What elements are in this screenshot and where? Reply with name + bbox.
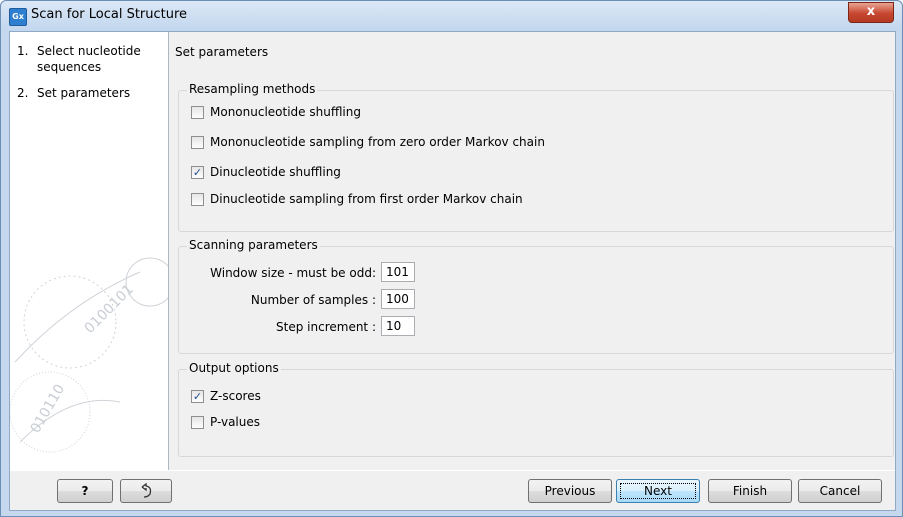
scanning-parameters-title: Scanning parameters xyxy=(187,238,320,252)
step-number: 1. xyxy=(17,44,29,58)
cancel-button[interactable]: Cancel xyxy=(798,479,882,503)
z-scores-checkbox[interactable]: ✓ xyxy=(191,390,204,403)
close-button[interactable]: x xyxy=(848,2,894,23)
checkbox-label: Mononucleotide sampling from zero order … xyxy=(210,135,545,149)
checkbox-label: Dinucleotide shuffling xyxy=(210,165,341,179)
decorative-dna-watermark: 0100101 010110 xyxy=(10,257,168,453)
help-button[interactable]: ? xyxy=(57,479,113,503)
scanning-parameters-group: Scanning parameters Window size - must b… xyxy=(178,238,894,354)
mononucleotide-shuffling-checkbox[interactable] xyxy=(191,106,204,119)
parameters-panel: Set parameters Resampling methods Mononu… xyxy=(169,32,895,470)
title-bar[interactable]: Gx Scan for Local Structure x xyxy=(1,1,902,31)
page-title: Set parameters xyxy=(175,45,269,59)
mononucleotide-markov-checkbox[interactable] xyxy=(191,136,204,149)
step-label: Set parameters xyxy=(37,86,131,100)
output-options-title: Output options xyxy=(187,361,281,375)
reset-button[interactable] xyxy=(120,479,172,503)
step-number: 2. xyxy=(17,86,29,100)
number-of-samples-input[interactable]: 100 xyxy=(381,289,415,309)
window-title: Scan for Local Structure xyxy=(31,7,188,22)
dialog-window: Gx Scan for Local Structure x 1. Select … xyxy=(0,0,903,517)
checkbox-label: Z-scores xyxy=(210,389,261,403)
svg-text:010110: 010110 xyxy=(28,382,69,436)
wizard-steps-panel: 1. Select nucleotide sequences 2. Set pa… xyxy=(10,32,169,470)
p-values-checkbox[interactable] xyxy=(191,416,204,429)
focus-outline xyxy=(620,483,696,499)
checkbox-label: Mononucleotide shuffling xyxy=(210,105,361,119)
resampling-methods-group: Resampling methods Mononucleotide shuffl… xyxy=(178,82,894,232)
svg-text:0100101: 0100101 xyxy=(82,281,137,336)
output-options-group: Output options ✓ Z-scores P-values xyxy=(178,361,894,457)
step-increment-input[interactable]: 10 xyxy=(381,316,415,336)
step-label: Select nucleotide xyxy=(37,44,141,58)
checkbox-label: Dinucleotide sampling from first order M… xyxy=(210,192,523,206)
resampling-methods-title: Resampling methods xyxy=(187,82,318,96)
step-increment-label: Step increment : xyxy=(276,320,376,334)
dinucleotide-markov-checkbox[interactable] xyxy=(191,193,204,206)
reset-arrow-icon xyxy=(141,482,152,498)
checkbox-label: P-values xyxy=(210,415,261,429)
dialog-client-area: 1. Select nucleotide sequences 2. Set pa… xyxy=(9,31,896,511)
dinucleotide-shuffling-checkbox[interactable]: ✓ xyxy=(191,166,204,179)
window-size-input[interactable]: 101 xyxy=(381,262,415,282)
number-of-samples-label: Number of samples : xyxy=(250,293,376,307)
previous-button[interactable]: Previous xyxy=(528,479,612,503)
close-icon: x xyxy=(866,4,876,19)
step-label-continued: sequences xyxy=(37,60,102,74)
app-logo-icon: Gx xyxy=(9,8,27,26)
finish-button[interactable]: Finish xyxy=(708,479,792,503)
help-question-icon: ? xyxy=(81,484,89,498)
window-size-label: Window size - must be odd: xyxy=(210,266,376,280)
button-bar: ? Previous Next Finish Cancel xyxy=(10,471,895,510)
next-button[interactable]: Next xyxy=(616,479,700,503)
